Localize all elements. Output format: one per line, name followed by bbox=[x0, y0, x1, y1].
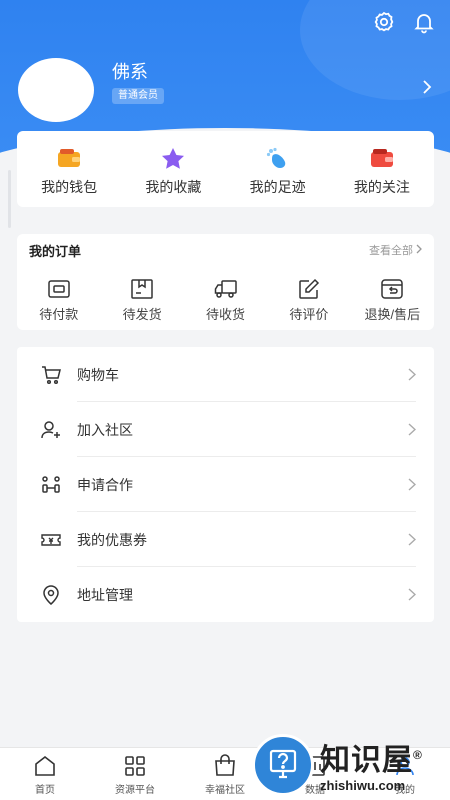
settings-menu: 购物车 加入社区 申请合作 我的优惠券 地址管理 bbox=[17, 347, 434, 622]
order-pending-shipment[interactable]: 待发货 bbox=[100, 266, 183, 323]
chevron-right-icon bbox=[408, 368, 417, 381]
truck-icon bbox=[214, 278, 238, 300]
quick-link-favorites[interactable]: 我的收藏 bbox=[121, 131, 225, 207]
tab-home[interactable]: 首页 bbox=[0, 748, 90, 800]
star-icon bbox=[160, 147, 186, 169]
quick-link-footprints[interactable]: 我的足迹 bbox=[226, 131, 330, 207]
menu-item-label: 地址管理 bbox=[77, 586, 133, 603]
watermark-text: 知识屋® zhishiwu.com bbox=[320, 738, 423, 793]
watermark-logo: 知识屋® zhishiwu.com bbox=[252, 730, 450, 800]
member-badge: 普通会员 bbox=[112, 88, 164, 104]
tab-label: 首页 bbox=[35, 785, 55, 796]
order-pending-review[interactable]: 待评价 bbox=[267, 266, 350, 323]
cart-icon bbox=[41, 365, 61, 385]
order-status-row: 待付款 待发货 待收货 待评价 退换/售后 bbox=[17, 266, 434, 323]
chevron-right-icon bbox=[408, 478, 417, 491]
menu-item-label: 申请合作 bbox=[77, 476, 133, 493]
coupon-icon bbox=[41, 530, 61, 550]
order-status-label: 待收货 bbox=[206, 307, 246, 322]
chevron-right-icon bbox=[408, 588, 417, 601]
order-status-label: 待付款 bbox=[39, 307, 79, 322]
menu-item-join-community[interactable]: 加入社区 bbox=[17, 402, 434, 457]
view-all-orders-link[interactable]: 查看全部 bbox=[369, 242, 422, 258]
menu-item-cart[interactable]: 购物车 bbox=[17, 347, 434, 402]
order-status-label: 待发货 bbox=[122, 307, 162, 322]
menu-item-label: 我的优惠券 bbox=[77, 531, 147, 548]
quick-link-following[interactable]: 我的关注 bbox=[330, 131, 434, 207]
package-icon bbox=[130, 278, 154, 300]
header-actions bbox=[372, 10, 436, 34]
username: 佛系 bbox=[112, 62, 148, 82]
grid-icon bbox=[123, 754, 147, 778]
cooperation-icon bbox=[41, 475, 61, 495]
chevron-right-icon[interactable] bbox=[422, 80, 432, 94]
orders-header: 我的订单 查看全部 bbox=[17, 234, 434, 266]
tab-label: 资源平台 bbox=[115, 785, 155, 796]
menu-item-coupons[interactable]: 我的优惠券 bbox=[17, 512, 434, 567]
order-status-label: 待评价 bbox=[289, 307, 329, 322]
orders-title: 我的订单 bbox=[29, 243, 82, 259]
quick-link-label: 我的钱包 bbox=[41, 179, 98, 195]
order-pending-receipt[interactable]: 待收货 bbox=[184, 266, 267, 323]
location-icon bbox=[41, 584, 61, 605]
quick-link-wallet[interactable]: 我的钱包 bbox=[17, 131, 121, 207]
view-all-label: 查看全部 bbox=[369, 245, 413, 257]
order-after-sales[interactable]: 退换/售后 bbox=[351, 266, 434, 323]
menu-item-label: 购物车 bbox=[77, 366, 119, 383]
orders-card: 我的订单 查看全部 待付款 待发货 待收货 待评价 退换/售后 bbox=[17, 234, 434, 330]
chevron-right-icon bbox=[408, 423, 417, 436]
edit-icon bbox=[297, 278, 321, 300]
quick-links-card: 我的钱包 我的收藏 我的足迹 我的关注 bbox=[17, 131, 434, 207]
order-status-label: 退换/售后 bbox=[364, 307, 421, 322]
watermark-en: zhishiwu.com bbox=[320, 777, 406, 793]
wallet-icon bbox=[56, 147, 82, 169]
bag-icon bbox=[213, 754, 237, 778]
footprint-icon bbox=[265, 147, 291, 169]
tab-resources[interactable]: 资源平台 bbox=[90, 748, 180, 800]
gear-icon[interactable] bbox=[372, 10, 396, 34]
bell-icon[interactable] bbox=[412, 10, 436, 34]
watermark-cn: 知识屋® bbox=[320, 743, 423, 777]
scroll-indicator bbox=[8, 170, 11, 228]
follow-icon bbox=[369, 147, 395, 169]
menu-item-apply-cooperation[interactable]: 申请合作 bbox=[17, 457, 434, 512]
avatar[interactable] bbox=[18, 58, 94, 122]
menu-item-address[interactable]: 地址管理 bbox=[17, 567, 434, 622]
add-user-icon bbox=[41, 420, 61, 440]
home-icon bbox=[33, 754, 57, 778]
help-monitor-icon bbox=[252, 734, 314, 796]
menu-item-label: 加入社区 bbox=[77, 421, 133, 438]
order-pending-payment[interactable]: 待付款 bbox=[17, 266, 100, 323]
quick-link-label: 我的足迹 bbox=[249, 179, 306, 195]
quick-link-label: 我的收藏 bbox=[145, 179, 202, 195]
wallet-outline-icon bbox=[47, 278, 71, 300]
tab-label: 幸福社区 bbox=[205, 785, 245, 796]
return-icon bbox=[380, 278, 404, 300]
chevron-right-icon bbox=[408, 533, 417, 546]
quick-link-label: 我的关注 bbox=[353, 179, 410, 195]
chevron-right-icon bbox=[416, 244, 422, 257]
